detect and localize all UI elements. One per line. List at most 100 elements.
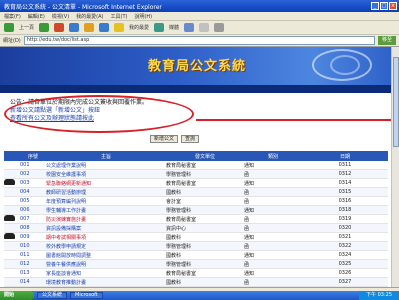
table-row[interactable]: 004 教師研習活動辦理 國教科 函 0315 [4, 188, 388, 197]
table-row[interactable]: 006 學生輔導工作計畫 學務管理科 通知 0318 [4, 206, 388, 215]
taskbar: 開始 公文系統 Microsoft 下午 03:25 [0, 291, 399, 300]
header-subject[interactable]: 主旨 [46, 153, 166, 160]
row-dept: 教育局秘書室 [166, 180, 197, 187]
forward-icon[interactable] [39, 23, 50, 32]
menu-edit[interactable]: 編輯(E) [28, 13, 45, 20]
row-type: 通知 [244, 234, 255, 241]
start-button[interactable]: 開始 [0, 291, 34, 300]
row-id: 010 [20, 243, 30, 249]
row-type: 通知 [244, 270, 255, 277]
row-subject-link[interactable]: 環境教育推動計畫 [46, 279, 166, 286]
header-date[interactable]: 日期 [302, 153, 388, 160]
maximize-button[interactable]: □ [380, 2, 388, 10]
print-icon[interactable] [214, 23, 225, 32]
row-subject-link[interactable]: 家長座談會通知 [46, 270, 166, 277]
row-id: 011 [20, 252, 30, 258]
taskbar-item-microsoft[interactable]: Microsoft [70, 292, 103, 299]
taskbar-item-docsystem[interactable]: 公文系統 [37, 292, 68, 299]
refresh-icon[interactable] [69, 23, 80, 32]
favorites-label[interactable]: 我的最愛 [129, 24, 149, 31]
row-id: 006 [20, 207, 30, 213]
media-label[interactable]: 媒體 [169, 24, 179, 31]
table-row[interactable]: 008 資訊設備採購案 資訊中心 函 0320 [4, 224, 388, 233]
row-date: 0324 [338, 252, 352, 258]
table-row[interactable]: 012 營養午餐供應說明 學務管理科 函 0325 [4, 260, 388, 269]
row-type: 函 [244, 198, 250, 205]
table-row[interactable]: 014 環境教育推動計畫 國教科 函 0327 [4, 278, 388, 287]
table-row[interactable]: 003 緊急聯絡網更新通知 教育局秘書室 通知 0314 [4, 179, 388, 188]
row-dept: 學務管理科 [166, 171, 192, 178]
header-dept[interactable]: 發文單位 [166, 153, 244, 160]
add-document-button[interactable]: 新增公文 [150, 135, 179, 143]
header-id[interactable]: 序號 [20, 153, 46, 160]
row-id: 014 [20, 279, 30, 285]
row-subject-link[interactable]: 教師研習活動辦理 [46, 189, 166, 196]
phone-icon [4, 179, 15, 185]
row-date: 0320 [338, 225, 352, 231]
row-subject-link[interactable]: 期中考試相關事項 [46, 234, 166, 241]
row-id: 013 [20, 270, 30, 276]
table-row[interactable]: 005 年度預算編列說明 會計室 函 0316 [4, 197, 388, 206]
row-subject-link[interactable]: 防災演練實施計畫 [46, 216, 166, 223]
menu-view[interactable]: 檢視(V) [52, 13, 69, 20]
row-id: 003 [20, 180, 30, 186]
toolbar: 上一頁 我的最愛 媒體 [0, 21, 399, 35]
row-subject-link[interactable]: 校園安全維護事項 [46, 171, 166, 178]
media-icon[interactable] [154, 23, 165, 32]
back-icon[interactable] [4, 23, 14, 32]
row-subject-link[interactable]: 學生輔導工作計畫 [46, 207, 166, 214]
table-row[interactable]: 002 校園安全維護事項 學務管理科 函 0312 [4, 170, 388, 179]
row-dept: 學務管理科 [166, 207, 192, 214]
row-date: 0318 [338, 207, 352, 213]
row-icon-cell [4, 215, 20, 223]
address-input[interactable]: http://edu.tw/doc/list.asp [23, 36, 375, 45]
row-subject-link[interactable]: 校外教學申請規定 [46, 243, 166, 250]
row-subject-link[interactable]: 公文處理作業說明 [46, 162, 166, 169]
favorites-icon[interactable] [114, 23, 125, 32]
row-dept: 國教科 [166, 189, 182, 196]
document-table: 序號 主旨 發文單位 類別 日期 001 公文處理作業說明 教育局秘書室 通知 0311… [4, 151, 388, 287]
row-type: 通知 [244, 162, 255, 169]
row-subject-link[interactable]: 緊急聯絡網更新通知 [46, 180, 166, 187]
table-row[interactable]: 011 圖書館開放時間調整 國教科 通知 0324 [4, 251, 388, 260]
home-icon[interactable] [84, 23, 95, 32]
highlight-callout [4, 95, 194, 133]
menu-file[interactable]: 檔案(F) [4, 13, 21, 20]
table-row[interactable]: 010 校外教學申請規定 學務管理科 函 0322 [4, 242, 388, 251]
close-button[interactable]: × [389, 2, 397, 10]
table-row[interactable]: 001 公文處理作業說明 教育局秘書室 通知 0311 [4, 161, 388, 170]
window-titlebar: 教育局公文系統 - 公文清單 - Microsoft Internet Expl… [0, 0, 399, 12]
phone-icon [4, 233, 15, 239]
table-row[interactable]: 009 期中考試相關事項 國教科 通知 0321 [4, 233, 388, 242]
row-icon-cell [4, 233, 20, 241]
go-button[interactable]: 移至 [378, 36, 396, 45]
mail-icon[interactable] [199, 23, 210, 32]
row-subject-link[interactable]: 年度預算編列說明 [46, 198, 166, 205]
history-icon[interactable] [184, 23, 195, 32]
row-id: 009 [20, 234, 30, 240]
query-button[interactable]: 查詢 [181, 135, 200, 143]
row-subject-link[interactable]: 資訊設備採購案 [46, 225, 166, 232]
search-icon[interactable] [99, 23, 110, 32]
table-row[interactable]: 007 防災演練實施計畫 教育局秘書室 函 0319 [4, 215, 388, 224]
vertical-scrollbar[interactable] [391, 47, 399, 287]
menu-help[interactable]: 說明(H) [134, 13, 152, 20]
row-id: 001 [20, 162, 30, 168]
row-id: 002 [20, 171, 30, 177]
row-dept: 國教科 [166, 234, 182, 241]
table-row[interactable]: 013 家長座談會通知 教育局秘書室 通知 0326 [4, 269, 388, 278]
menu-tools[interactable]: 工具(T) [111, 13, 128, 20]
back-label[interactable]: 上一頁 [19, 24, 34, 31]
menu-favorites[interactable]: 我的最愛(A) [76, 13, 103, 20]
row-subject-link[interactable]: 營養午餐供應說明 [46, 261, 166, 268]
header-type[interactable]: 類別 [244, 153, 302, 160]
scrollbar-thumb[interactable] [393, 57, 399, 147]
minimize-button[interactable]: _ [371, 2, 379, 10]
stop-icon[interactable] [54, 23, 65, 32]
row-dept: 教育局秘書室 [166, 270, 197, 277]
row-date: 0314 [338, 180, 352, 186]
row-subject-link[interactable]: 圖書館開放時間調整 [46, 252, 166, 259]
row-dept: 國教科 [166, 279, 182, 286]
row-id: 004 [20, 189, 30, 195]
row-date: 0312 [338, 171, 352, 177]
